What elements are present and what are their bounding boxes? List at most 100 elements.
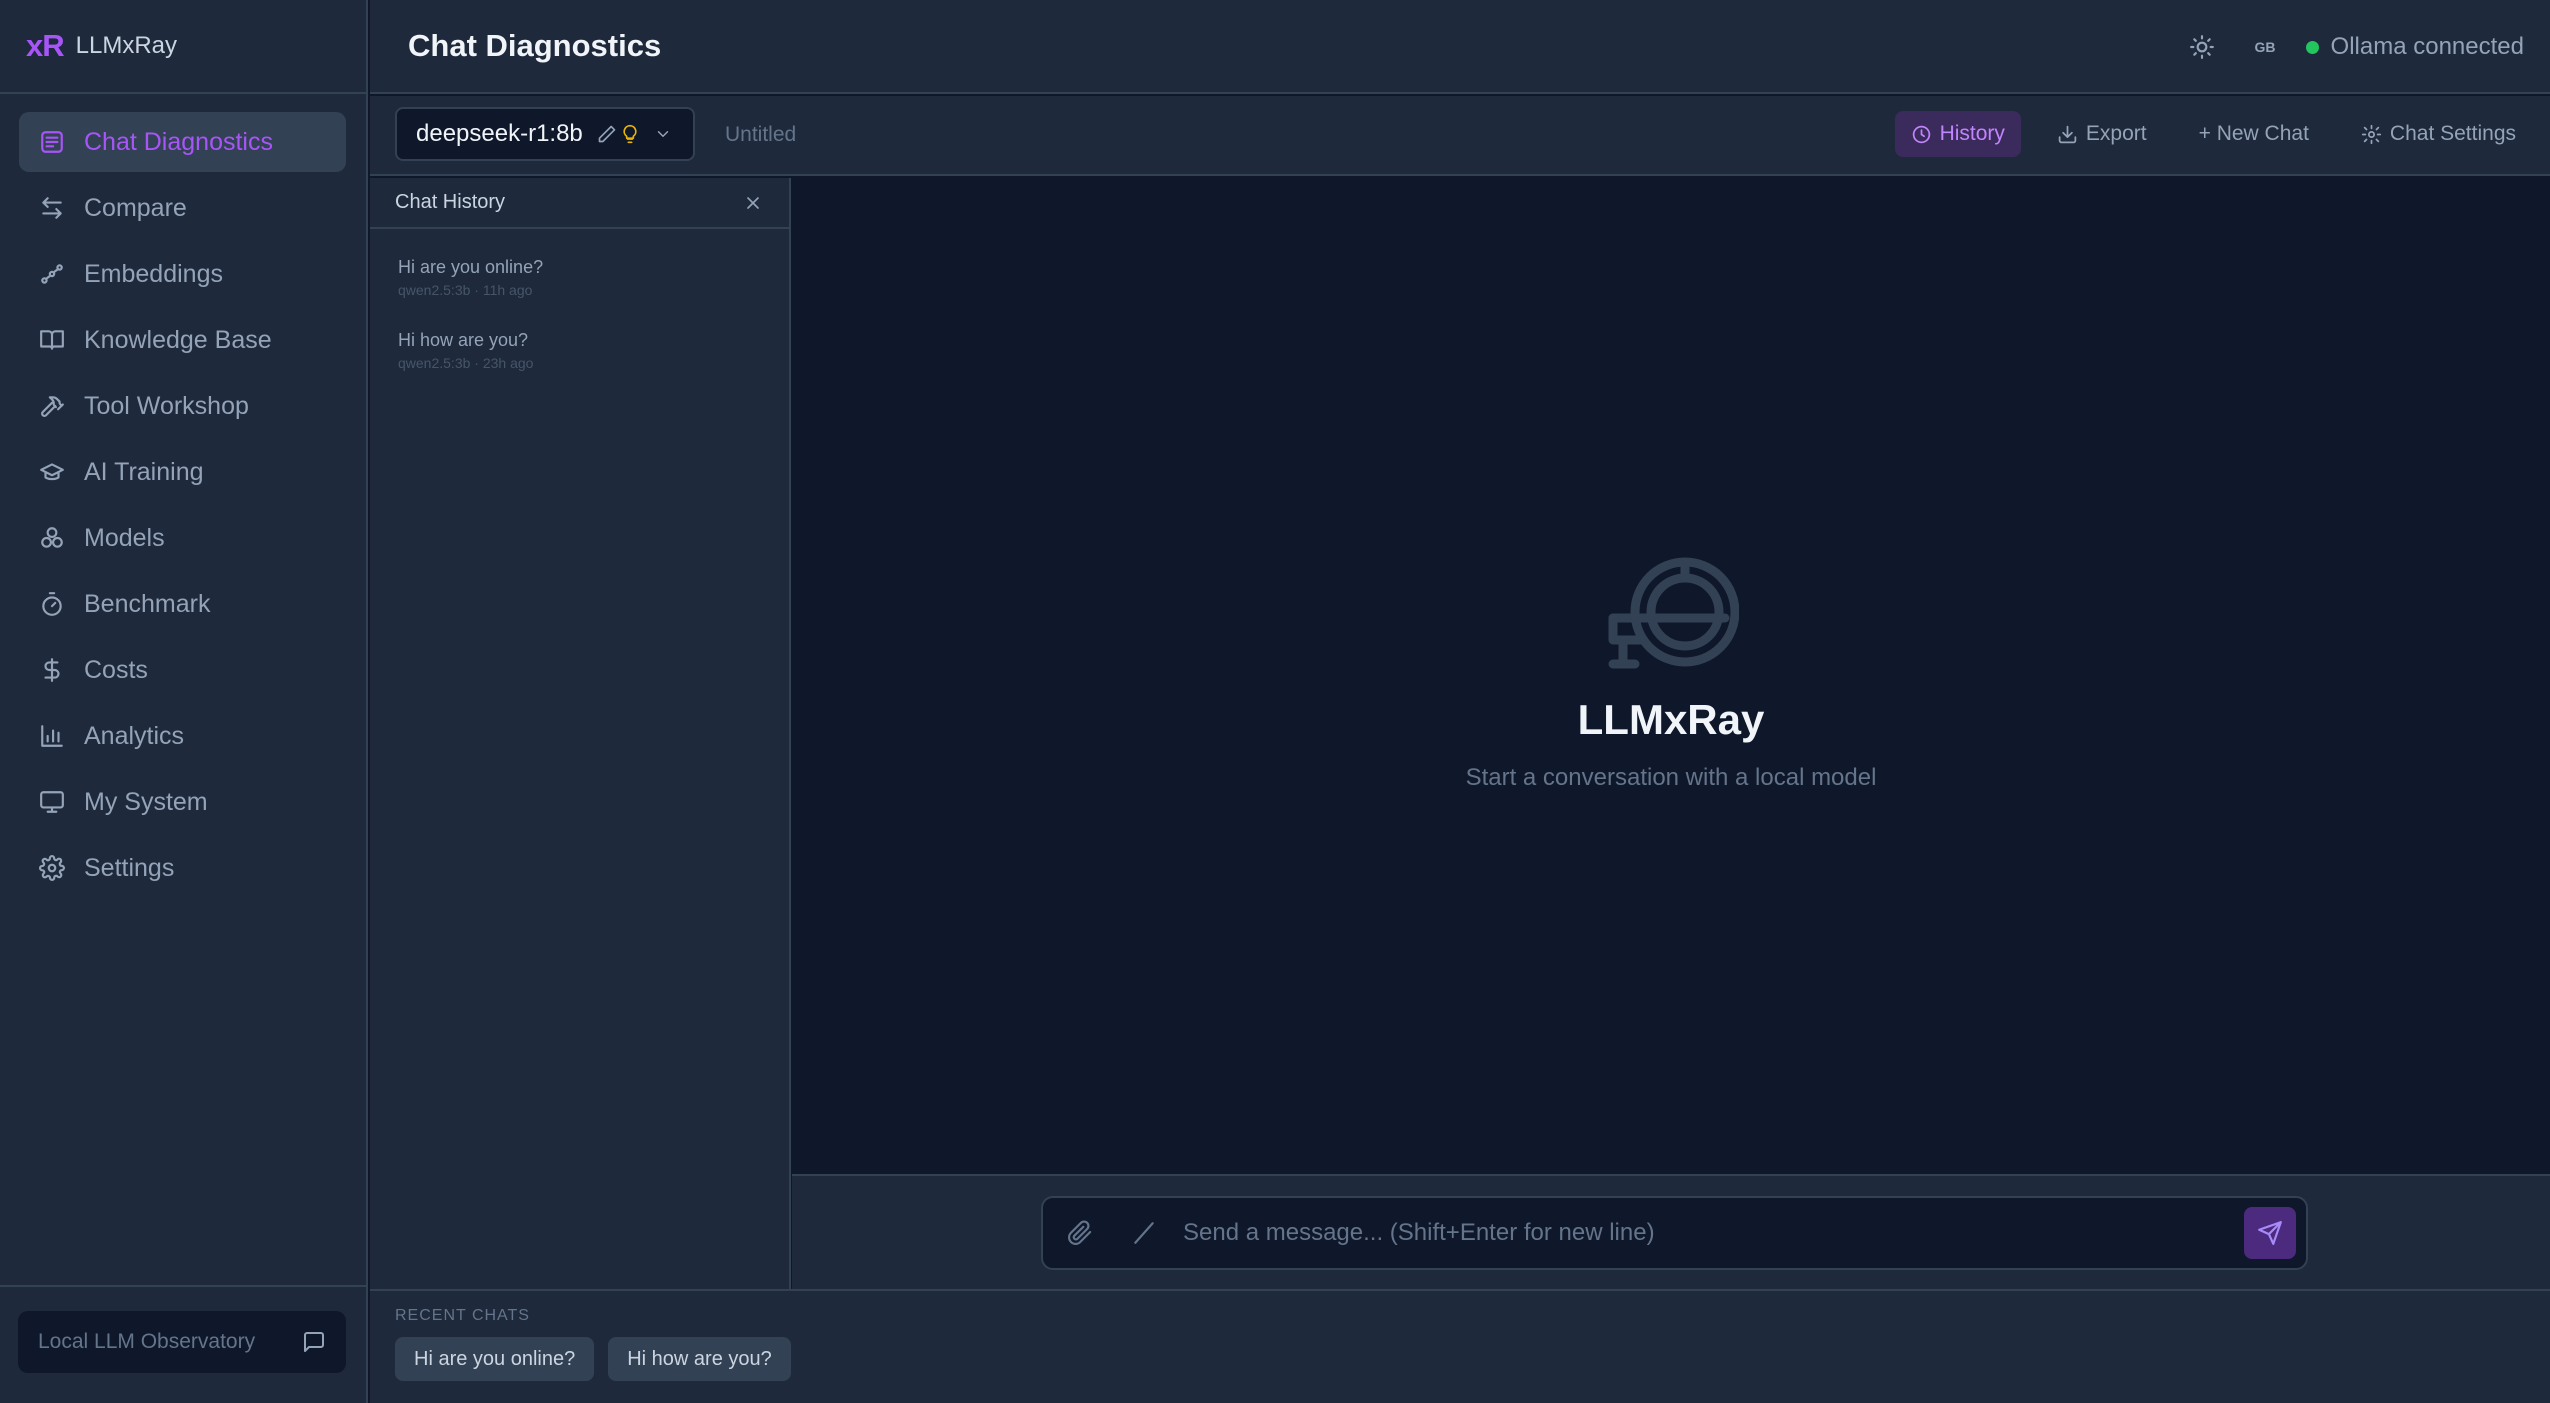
dollar-icon xyxy=(39,657,65,683)
sidebar-item-label: My System xyxy=(84,787,208,816)
history-item-meta: qwen2.5:3b · 23h ago xyxy=(398,355,534,371)
sidebar-item-label: Compare xyxy=(84,193,187,222)
sidebar-item-label: Knowledge Base xyxy=(84,325,272,354)
hammer-icon xyxy=(39,393,65,419)
sidebar-item-label: Models xyxy=(84,523,165,552)
history-item-meta: qwen2.5:3b · 11h ago xyxy=(398,282,533,298)
sidebar-item-my-system[interactable]: My System xyxy=(19,772,346,832)
empty-state-title: LLMxRay xyxy=(1577,696,1765,743)
connection-status: Ollama connected xyxy=(2305,33,2524,61)
new-chat-label: + New Chat xyxy=(2198,122,2309,145)
send-icon xyxy=(2257,1220,2283,1246)
status-dot-icon xyxy=(2305,40,2319,54)
recent-chats-label: RECENT CHATS xyxy=(395,1307,530,1324)
paperclip-icon[interactable] xyxy=(1067,1220,1093,1246)
theme-toggle-sun-icon[interactable] xyxy=(2189,34,2215,60)
sidebar-item-costs[interactable]: Costs xyxy=(19,640,346,700)
export-label: Export xyxy=(2085,122,2147,145)
history-button[interactable]: History xyxy=(1894,111,2021,157)
page-title: Chat Diagnostics xyxy=(408,28,662,63)
status-text: Ollama connected xyxy=(2330,33,2524,60)
sidebar-item-embeddings[interactable]: Embeddings xyxy=(19,244,346,304)
chat-settings-label: Chat Settings xyxy=(2389,122,2516,145)
sidebar-footer: Local LLM Observatory xyxy=(0,1285,366,1403)
chat-settings-button[interactable]: Chat Settings xyxy=(2345,111,2532,157)
recent-chats-list: Hi are you online? Hi how are you? xyxy=(395,1337,805,1381)
recent-chat-chip[interactable]: Hi are you online? xyxy=(395,1337,595,1381)
model-name: deepseek-r1:8b xyxy=(416,120,583,147)
chat-history-header: Chat History xyxy=(370,178,789,229)
sidebar-item-tool-workshop[interactable]: Tool Workshop xyxy=(19,376,346,436)
new-chat-button[interactable]: + New Chat xyxy=(2183,111,2325,157)
lightbulb-icon xyxy=(617,124,640,144)
history-label: History xyxy=(1939,122,2005,145)
message-composer xyxy=(1041,1196,2308,1270)
list-item[interactable]: Hi how are you? qwen2.5:3b · 23h ago xyxy=(370,322,789,395)
graduation-cap-icon xyxy=(39,459,65,485)
close-icon[interactable] xyxy=(743,193,763,213)
top-bar-controls: GB Ollama connected xyxy=(2189,0,2524,94)
sidebar-item-chat-diagnostics[interactable]: Chat Diagnostics xyxy=(19,112,346,172)
gear-icon xyxy=(2361,124,2390,145)
gear-icon xyxy=(39,855,65,881)
app-name: LLMxRay xyxy=(75,32,178,59)
clock-icon xyxy=(1911,124,1940,145)
sidebar: xR LLMxRay Chat Diagnostics Compare Embe… xyxy=(0,0,368,1403)
sidebar-item-label: Embeddings xyxy=(84,259,223,288)
sidebar-item-label: Benchmark xyxy=(84,589,211,618)
slash-command-icon[interactable] xyxy=(1131,1220,1157,1246)
empty-state-subtitle: Start a conversation with a local model xyxy=(1465,764,1877,791)
compare-arrows-icon xyxy=(39,195,65,221)
pencil-icon xyxy=(583,124,617,144)
sidebar-item-compare[interactable]: Compare xyxy=(19,178,346,238)
history-item-title: Hi how are you? xyxy=(398,330,529,350)
sidebar-item-label: Costs xyxy=(84,655,148,684)
language-switcher[interactable]: GB xyxy=(2255,39,2276,55)
sidebar-item-models[interactable]: Models xyxy=(19,508,346,568)
sidebar-item-label: Chat Diagnostics xyxy=(84,127,273,156)
recent-chats-bar: RECENT CHATS Hi are you online? Hi how a… xyxy=(370,1289,2550,1403)
sidebar-item-label: Tool Workshop xyxy=(84,391,249,420)
sidebar-item-benchmark[interactable]: Benchmark xyxy=(19,574,346,634)
sidebar-item-analytics[interactable]: Analytics xyxy=(19,706,346,766)
brand[interactable]: xR LLMxRay xyxy=(0,0,366,94)
message-square-icon[interactable] xyxy=(302,1330,326,1354)
chat-toolbar: deepseek-r1:8b Untitled History Export +… xyxy=(370,96,2550,176)
models-icon xyxy=(39,525,65,551)
chevron-down-icon xyxy=(640,125,672,143)
send-button[interactable] xyxy=(2244,1207,2296,1259)
sidebar-item-label: Settings xyxy=(84,853,175,882)
book-icon xyxy=(39,327,65,353)
chat-title[interactable]: Untitled xyxy=(725,96,796,174)
app-logo: xR xyxy=(26,28,65,63)
chat-main: LLMxRay Start a conversation with a loca… xyxy=(792,178,2550,1174)
message-input[interactable] xyxy=(1183,1219,2244,1247)
xray-scanner-icon xyxy=(1603,556,1739,672)
stopwatch-icon xyxy=(39,591,65,617)
chat-history-panel: Chat History Hi are you online? qwen2.5:… xyxy=(370,178,791,1289)
empty-state: LLMxRay Start a conversation with a loca… xyxy=(792,556,2550,792)
chat-history-title: Chat History xyxy=(395,191,506,213)
embeddings-icon xyxy=(39,261,65,287)
sidebar-item-label: Analytics xyxy=(84,721,185,750)
chat-actions: History Export + New Chat Chat Settings xyxy=(1875,111,2532,157)
composer-area xyxy=(792,1174,2550,1289)
sidebar-item-settings[interactable]: Settings xyxy=(19,838,346,898)
sidebar-item-label: AI Training xyxy=(84,457,204,486)
monitor-icon xyxy=(39,789,65,815)
chat-history-list: Hi are you online? qwen2.5:3b · 11h ago … xyxy=(370,229,789,395)
observatory-label: Local LLM Observatory xyxy=(38,1330,256,1353)
sidebar-item-knowledge-base[interactable]: Knowledge Base xyxy=(19,310,346,370)
sidebar-item-ai-training[interactable]: AI Training xyxy=(19,442,346,502)
export-button[interactable]: Export xyxy=(2041,111,2163,157)
download-icon xyxy=(2057,124,2086,145)
model-selector[interactable]: deepseek-r1:8b xyxy=(395,107,695,161)
history-item-title: Hi are you online? xyxy=(398,257,544,277)
top-bar: Chat Diagnostics GB Ollama connected xyxy=(370,0,2550,94)
list-item[interactable]: Hi are you online? qwen2.5:3b · 11h ago xyxy=(370,249,789,322)
observatory-badge[interactable]: Local LLM Observatory xyxy=(18,1311,346,1373)
recent-chat-chip[interactable]: Hi how are you? xyxy=(608,1337,791,1381)
bar-chart-icon xyxy=(39,723,65,749)
sidebar-nav: Chat Diagnostics Compare Embeddings Know… xyxy=(0,94,366,898)
chat-diagnostics-icon xyxy=(39,129,65,155)
